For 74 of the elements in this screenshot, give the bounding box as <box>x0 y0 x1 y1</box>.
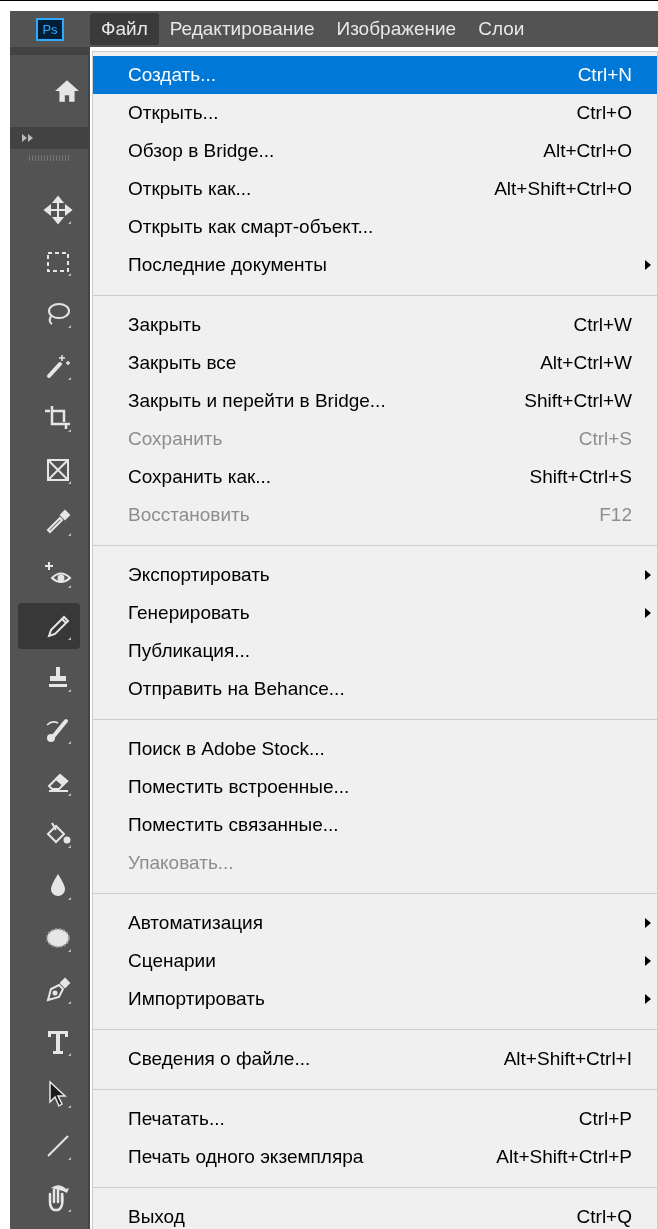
menu-item-label: Закрыть <box>128 314 203 336</box>
menu-item-label: Закрыть и перейти в Bridge... <box>128 390 387 412</box>
menu-item[interactable]: Открыть как... Alt+Shift+Ctrl+O <box>93 170 657 208</box>
menu-item-label: Выход <box>128 1206 186 1228</box>
menu-item-label: Отправить на Behance... <box>128 678 346 700</box>
menu-bar-item[interactable]: Слои <box>467 13 536 45</box>
menu-item[interactable]: Поместить встроенные... <box>93 768 657 806</box>
menu-item[interactable]: Публикация... <box>93 632 657 670</box>
menu-item[interactable]: Печатать... Ctrl+P <box>93 1100 657 1138</box>
menu-item-label: Печатать... <box>128 1108 226 1130</box>
menu-item[interactable]: Закрыть Ctrl+W <box>93 306 657 344</box>
menu-item[interactable]: Сохранить как... Shift+Ctrl+S <box>93 458 657 496</box>
menu-item[interactable]: Отправить на Behance... <box>93 670 657 708</box>
collapse-icon[interactable] <box>22 134 34 142</box>
menu-item[interactable]: Печать одного экземпляра Alt+Shift+Ctrl+P <box>93 1138 657 1176</box>
menu-item-label: Поместить связанные... <box>128 814 340 836</box>
shortcut: Ctrl+O <box>576 102 632 124</box>
menu-item-label: Сведения о файле... <box>128 1048 312 1070</box>
menu-item-label: Печать одного экземпляра <box>128 1146 365 1168</box>
menu-item[interactable]: Последние документы <box>93 246 657 284</box>
shortcut: F12 <box>599 504 632 526</box>
menu-item[interactable]: Закрыть и перейти в Bridge... Shift+Ctrl+W <box>93 382 657 420</box>
shortcut: Shift+Ctrl+S <box>529 466 632 488</box>
menu-item-label: Сохранить как... <box>128 466 273 488</box>
menu-item[interactable]: Создать... Ctrl+N <box>93 56 657 94</box>
menu-item-label: Поиск в Adobe Stock... <box>128 738 326 760</box>
shortcut: Shift+Ctrl+W <box>524 390 632 412</box>
menu-item-label: Поместить встроенные... <box>128 776 351 798</box>
menu-item[interactable]: Открыть как смарт-объект... <box>93 208 657 246</box>
menu-item-label: Экспортировать <box>128 564 271 586</box>
menu-bar-item[interactable]: Изображение <box>325 13 468 45</box>
tool-button[interactable] <box>18 603 80 649</box>
shortcut: Alt+Shift+Ctrl+O <box>494 178 632 200</box>
menu-item[interactable]: Сценарии <box>93 942 657 980</box>
shortcut: Ctrl+W <box>573 314 632 336</box>
shortcut: Ctrl+Q <box>576 1206 632 1228</box>
menu-item-label: Генерировать <box>128 602 251 624</box>
menu-item-label: Упаковать... <box>128 852 235 874</box>
menu-item-label: Закрыть все <box>128 352 238 374</box>
shortcut: Ctrl+N <box>577 64 632 86</box>
menu-item[interactable]: Импортировать <box>93 980 657 1018</box>
menu-item[interactable]: Поиск в Adobe Stock... <box>93 730 657 768</box>
menu-item-label: Публикация... <box>128 640 251 662</box>
shortcut: Alt+Ctrl+W <box>540 352 632 374</box>
menu-item-label: Сценарии <box>128 950 217 972</box>
menu-item-label: Автоматизация <box>128 912 264 934</box>
shortcut: Alt+Ctrl+O <box>543 140 632 162</box>
menu-item-label: Обзор в Bridge... <box>128 140 276 162</box>
menu-item-label: Открыть как... <box>128 178 253 200</box>
menu-item[interactable]: Закрыть все Alt+Ctrl+W <box>93 344 657 382</box>
menu-item[interactable]: Выход Ctrl+Q <box>93 1198 657 1229</box>
menu-item[interactable]: Сведения о файле... Alt+Shift+Ctrl+I <box>93 1040 657 1078</box>
shortcut: Alt+Shift+Ctrl+P <box>496 1146 632 1168</box>
menu-item-label: Открыть как смарт-объект... <box>128 216 375 238</box>
menu-bar-item[interactable]: Редактирование <box>158 13 326 45</box>
menu-item[interactable]: Генерировать <box>93 594 657 632</box>
move-icon <box>42 194 74 226</box>
menu-item-label: Создать... <box>128 64 218 86</box>
menu-item[interactable]: Экспортировать <box>93 556 657 594</box>
app-logo[interactable]: Ps <box>36 17 64 41</box>
shortcut: Alt+Shift+Ctrl+I <box>503 1048 632 1070</box>
menu-item-label: Последние документы <box>128 254 328 276</box>
menu-item[interactable]: Открыть... Ctrl+O <box>93 94 657 132</box>
shortcut: Ctrl+P <box>578 1108 632 1130</box>
menu-item-label: Импортировать <box>128 988 266 1010</box>
menu-item-label: Восстановить <box>128 504 251 526</box>
menu-item-label: Открыть... <box>128 102 220 124</box>
shortcut: Ctrl+S <box>578 428 632 450</box>
menu-item[interactable]: Обзор в Bridge... Alt+Ctrl+O <box>93 132 657 170</box>
home-icon[interactable] <box>54 79 80 103</box>
menu-item[interactable]: Поместить связанные... <box>93 806 657 844</box>
menu-item-label: Сохранить <box>128 428 224 450</box>
menu-item[interactable]: Автоматизация <box>93 904 657 942</box>
menu-bar-item[interactable]: Файл <box>90 13 159 45</box>
